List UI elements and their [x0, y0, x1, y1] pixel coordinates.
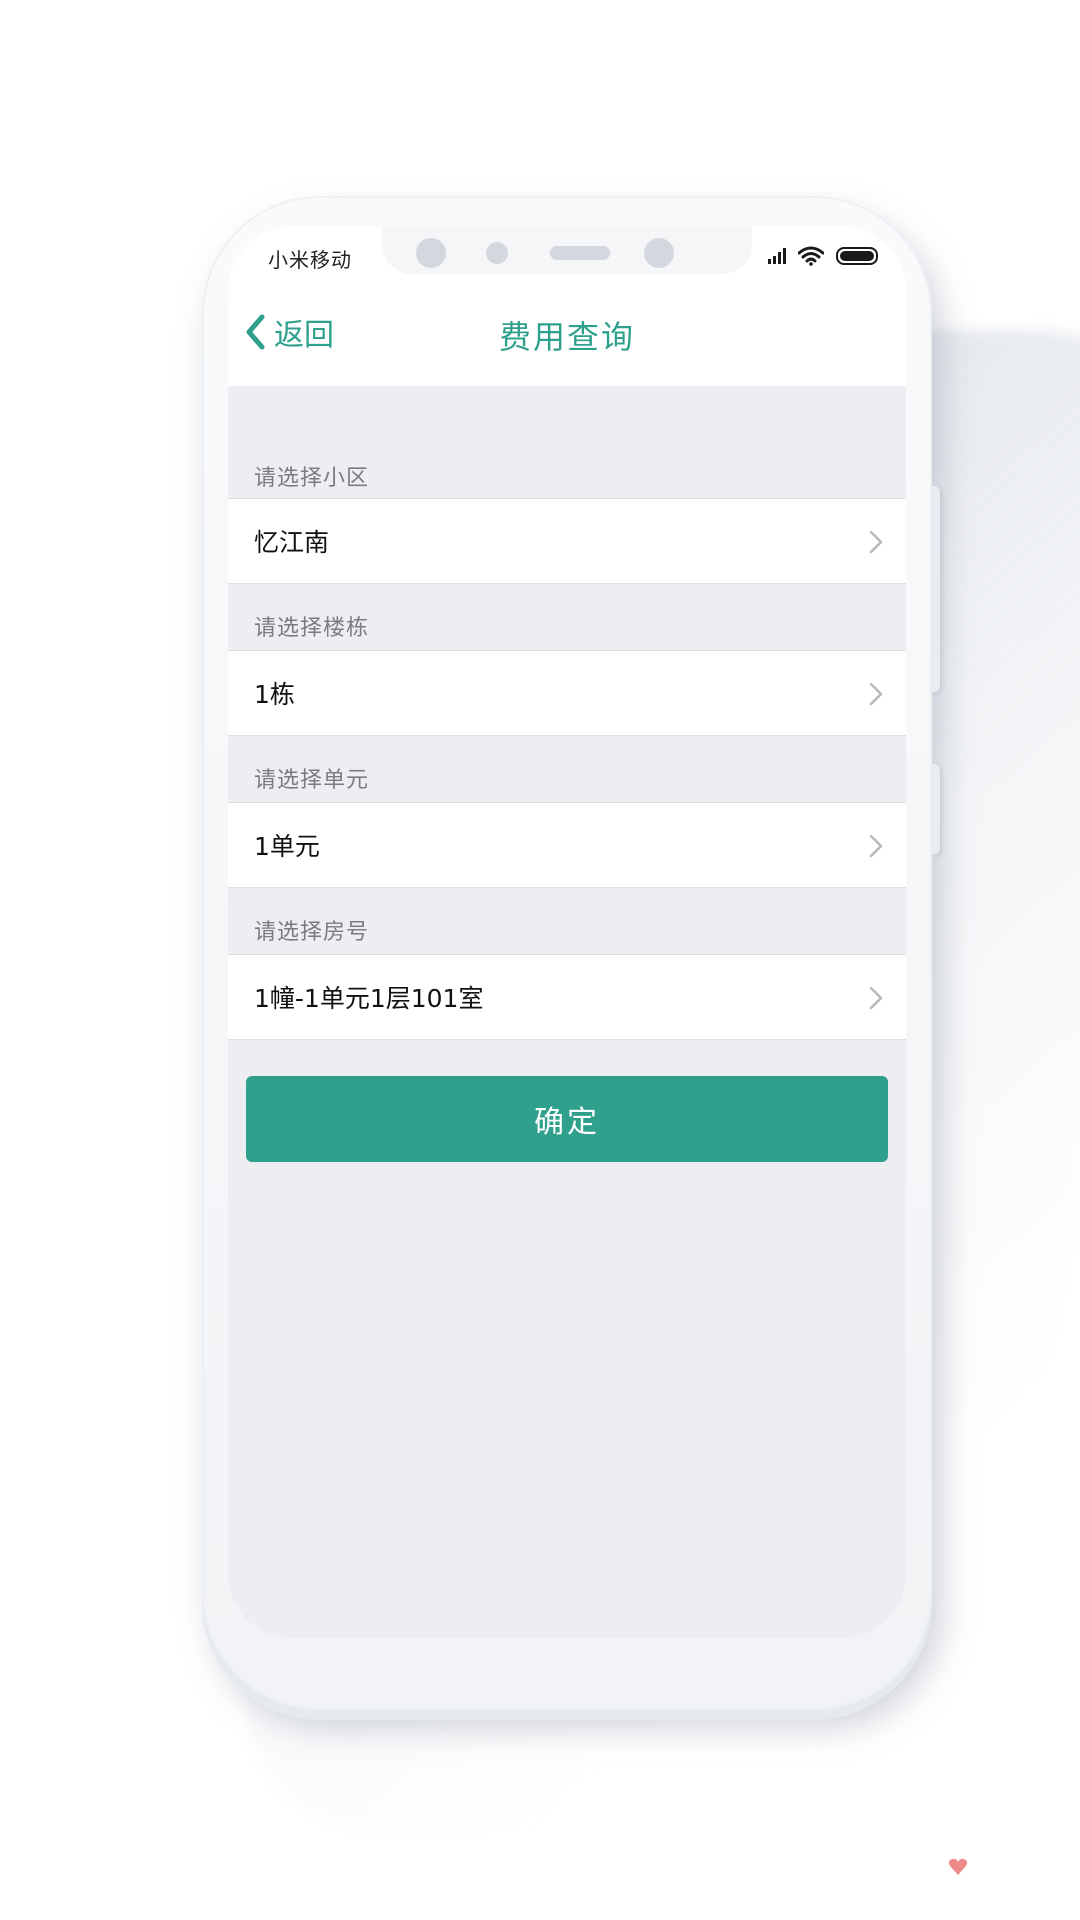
status-bar: 小米移动 — [228, 226, 906, 284]
room-label: 请选择房号 — [254, 920, 370, 945]
signal-icon — [768, 248, 786, 264]
sensor-icon — [486, 242, 508, 264]
building-label: 请选择楼栋 — [254, 616, 370, 641]
page-title: 费用查询 — [498, 318, 635, 356]
query-form: 请选择小区 忆江南 请选择楼栋 1栋 请选择单元 1单元 请选择房号 1幢-1单… — [228, 386, 906, 1162]
front-camera-icon — [416, 238, 446, 268]
room-value: 1幢-1单元1层101室 — [254, 984, 484, 1013]
chevron-right-icon — [869, 986, 883, 1010]
form-spacer — [228, 386, 906, 448]
status-icons — [768, 246, 880, 266]
carrier-name: 小米移动 — [268, 248, 352, 272]
building-value: 1栋 — [254, 680, 295, 709]
row-gap — [228, 888, 906, 914]
confirm-button[interactable]: 确定 — [246, 1076, 888, 1162]
phone-mockup: 小米移动 返回 费用查询 请选择小区 忆江南 请选择楼栋 1栋 请选择单元 1单… — [202, 196, 940, 1710]
earpiece-icon — [550, 246, 610, 260]
volume-button — [932, 486, 940, 692]
phone-screen: 小米移动 返回 费用查询 请选择小区 忆江南 请选择楼栋 1栋 请选择单元 1单… — [228, 226, 906, 1638]
battery-icon — [836, 246, 880, 266]
chevron-right-icon — [869, 682, 883, 706]
confirm-wrapper: 确定 — [228, 1040, 906, 1162]
community-label: 请选择小区 — [254, 466, 370, 491]
navigation-bar: 返回 费用查询 — [228, 284, 906, 386]
stage: 小米移动 返回 费用查询 请选择小区 忆江南 请选择楼栋 1栋 请选择单元 1单… — [0, 0, 1080, 1920]
unit-label: 请选择单元 — [254, 768, 370, 793]
camera-icon — [644, 238, 674, 268]
building-select[interactable]: 1栋 — [228, 650, 906, 736]
row-gap — [228, 736, 906, 762]
chevron-right-icon — [869, 834, 883, 858]
notch — [382, 226, 752, 274]
power-button — [932, 764, 940, 854]
row-gap — [228, 584, 906, 610]
community-value: 忆江南 — [254, 528, 330, 557]
community-select[interactable]: 忆江南 — [228, 498, 906, 584]
heart-logo-icon — [948, 1858, 968, 1875]
wifi-icon — [798, 246, 824, 266]
room-select[interactable]: 1幢-1单元1层101室 — [228, 954, 906, 1040]
unit-select[interactable]: 1单元 — [228, 802, 906, 888]
chevron-right-icon — [869, 530, 883, 554]
unit-value: 1单元 — [254, 832, 320, 861]
